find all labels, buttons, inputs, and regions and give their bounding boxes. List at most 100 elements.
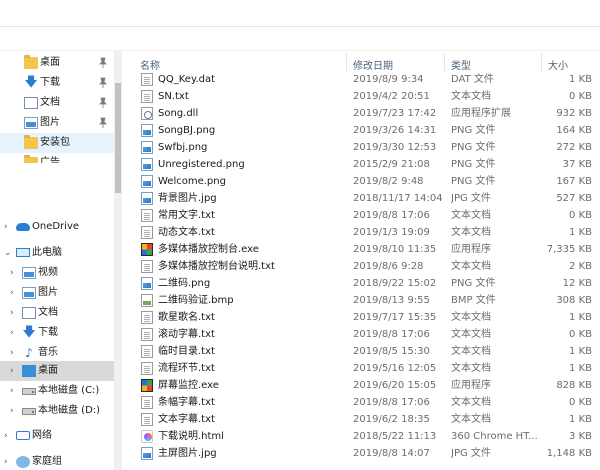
file-row[interactable]: 二维码验证.bmp 2019/8/13 9:55 BMP 文件 308 KB [122, 292, 592, 309]
text-file-icon [141, 260, 153, 273]
file-row[interactable]: 滚动字幕.txt 2019/8/8 17:06 文本文档 0 KB [122, 326, 592, 343]
image-icon [141, 277, 153, 290]
column-type-header[interactable]: 类型 [451, 57, 471, 72]
file-type: PNG 文件 [451, 176, 496, 187]
chevron-right-icon[interactable]: › [10, 348, 18, 358]
file-date: 2019/5/16 12:05 [353, 363, 437, 374]
chevron-right-icon[interactable]: › [10, 406, 18, 416]
nav-item-documents[interactable]: › 文档 [0, 303, 114, 323]
nav-scrollbar-thumb[interactable] [115, 83, 121, 193]
chevron-right-icon[interactable]: › [10, 366, 18, 376]
file-type: 文本文档 [451, 414, 491, 425]
nav-scrollbar[interactable] [114, 51, 122, 470]
column-divider[interactable] [346, 53, 347, 71]
chevron-right-icon[interactable]: › [10, 288, 18, 298]
text-file-icon [141, 90, 153, 103]
column-divider[interactable] [541, 53, 542, 71]
chevron-right-icon[interactable]: › [10, 328, 18, 338]
file-row[interactable]: 屏幕监控.exe 2019/6/20 15:05 应用程序 828 KB [122, 377, 592, 394]
nav-item-install-packages[interactable]: 安装包 [0, 133, 114, 153]
file-row[interactable]: 多媒体播放控制台说明.txt 2019/8/6 9:28 文本文档 2 KB [122, 258, 592, 275]
file-type: 应用程序 [451, 380, 491, 391]
file-row[interactable]: 动态文本.txt 2019/1/3 19:09 文本文档 1 KB [122, 224, 592, 241]
file-row[interactable]: 条幅字幕.txt 2019/8/8 17:06 文本文档 0 KB [122, 394, 592, 411]
pin-icon[interactable] [98, 97, 108, 109]
app-icon [141, 379, 153, 392]
nav-item-label: 广告 [40, 157, 60, 163]
file-row[interactable]: Welcome.png 2019/8/2 9:48 PNG 文件 167 KB [122, 173, 592, 190]
nav-item-onedrive[interactable]: › OneDrive [0, 217, 114, 237]
file-type: JPG 文件 [451, 448, 491, 459]
chevron-down-icon[interactable]: ⌄ [4, 248, 12, 258]
pictures-icon [22, 287, 36, 299]
chevron-right-icon[interactable]: › [10, 386, 18, 396]
nav-item-drive-c[interactable]: › 本地磁盘 (C:) [0, 381, 114, 401]
file-row[interactable]: QQ_Key.dat 2019/8/9 9:34 DAT 文件 1 KB [122, 71, 592, 88]
file-row[interactable]: Song.dll 2019/7/23 17:42 应用程序扩展 932 KB [122, 105, 592, 122]
file-size: 7,335 KB [546, 244, 592, 255]
file-type: JPG 文件 [451, 193, 491, 204]
column-divider[interactable] [444, 53, 445, 71]
file-name: 临时目录.txt [158, 346, 215, 357]
nav-item-homegroup[interactable]: › 家庭组 [0, 452, 114, 470]
file-type: 应用程序 [451, 244, 491, 255]
nav-item-drive-d[interactable]: › 本地磁盘 (D:) [0, 401, 114, 421]
nav-item-pictures[interactable]: › 图片 [0, 283, 114, 303]
nav-item-pictures-pinned[interactable]: 图片 [0, 113, 114, 133]
nav-item-desktop-pinned[interactable]: 桌面 [0, 53, 114, 73]
chevron-right-icon[interactable]: › [10, 268, 18, 278]
download-icon: 🡇 [22, 325, 36, 340]
image-icon [141, 175, 153, 188]
pin-icon[interactable] [98, 77, 108, 89]
file-row[interactable]: 二维码.png 2018/9/22 15:02 PNG 文件 12 KB [122, 275, 592, 292]
column-header: 名称 修改日期 类型 大小 [122, 51, 600, 72]
nav-item-documents-pinned[interactable]: 文档 [0, 93, 114, 113]
file-row[interactable]: Unregistered.png 2015/2/9 21:08 PNG 文件 37 K… [122, 156, 592, 173]
nav-item-desktop[interactable]: › 桌面 [0, 361, 114, 381]
nav-item-label: 视频 [38, 267, 58, 278]
file-row[interactable]: 背景图片.jpg 2018/11/17 14:04 JPG 文件 527 KB [122, 190, 592, 207]
column-size-header[interactable]: 大小 [548, 57, 568, 72]
file-size: 1 KB [569, 227, 592, 238]
chevron-right-icon[interactable]: › [10, 308, 18, 318]
file-row[interactable]: 临时目录.txt 2019/8/5 15:30 文本文档 1 KB [122, 343, 592, 360]
nav-item-music[interactable]: › ♪ 音乐 [0, 343, 114, 363]
nav-item-label: 下载 [38, 327, 58, 338]
nav-item-downloads[interactable]: › 🡇 下载 [0, 323, 114, 343]
file-row[interactable]: SongBJ.png 2019/3/26 14:31 PNG 文件 164 KB [122, 122, 592, 139]
file-row[interactable]: 流程环节.txt 2019/5/16 12:05 文本文档 1 KB [122, 360, 592, 377]
file-type: 文本文档 [451, 346, 491, 357]
pin-icon[interactable] [98, 117, 108, 129]
file-row[interactable]: 多媒体播放控制台.exe 2019/8/10 11:35 应用程序 7,335 KB [122, 241, 592, 258]
chevron-right-icon[interactable]: › [4, 222, 12, 232]
pin-icon[interactable] [98, 57, 108, 69]
nav-item-this-pc[interactable]: ⌄ 此电脑 [0, 243, 114, 263]
file-row[interactable]: SN.txt 2019/4/2 20:51 文本文档 0 KB [122, 88, 592, 105]
nav-item-label: 文档 [38, 307, 58, 318]
nav-item-network[interactable]: › 网络 [0, 426, 114, 446]
file-row[interactable]: 歌星歌名.txt 2019/7/17 15:35 文本文档 1 KB [122, 309, 592, 326]
chevron-right-icon[interactable]: › [4, 431, 12, 441]
nav-item-label: 家庭组 [32, 456, 62, 467]
nav-item-ads[interactable]: 广告 [0, 153, 114, 163]
file-name: 动态文本.txt [158, 227, 215, 238]
file-name: 常用文字.txt [158, 210, 215, 221]
file-size: 0 KB [569, 91, 592, 102]
folder-icon [24, 135, 38, 149]
nav-item-downloads-pinned[interactable]: 🡇 下载 [0, 73, 114, 93]
file-name: 主屏图片.jpg [158, 448, 217, 459]
file-row[interactable]: 文本字幕.txt 2019/6/2 18:35 文本文档 1 KB [122, 411, 592, 428]
file-row[interactable]: 主屏图片.jpg 2019/8/8 14:07 JPG 文件 1,148 KB [122, 445, 592, 462]
file-row[interactable]: Swfbj.png 2019/3/30 12:53 PNG 文件 272 KB [122, 139, 592, 156]
file-date: 2018/5/22 11:13 [353, 431, 437, 442]
file-list-scrollbar[interactable] [592, 51, 600, 470]
column-date-header[interactable]: 修改日期 [353, 57, 393, 72]
file-row[interactable]: 下载说明.html 2018/5/22 11:13 360 Chrome HT...… [122, 428, 592, 445]
file-name: SongBJ.png [158, 125, 216, 136]
file-row[interactable]: 常用文字.txt 2019/8/8 17:06 文本文档 0 KB [122, 207, 592, 224]
chevron-right-icon[interactable]: › [4, 457, 12, 467]
column-name-header[interactable]: 名称 [140, 57, 160, 72]
file-name: SN.txt [158, 91, 189, 102]
nav-item-videos[interactable]: › 视频 [0, 263, 114, 283]
file-date: 2019/8/8 17:06 [353, 329, 430, 340]
